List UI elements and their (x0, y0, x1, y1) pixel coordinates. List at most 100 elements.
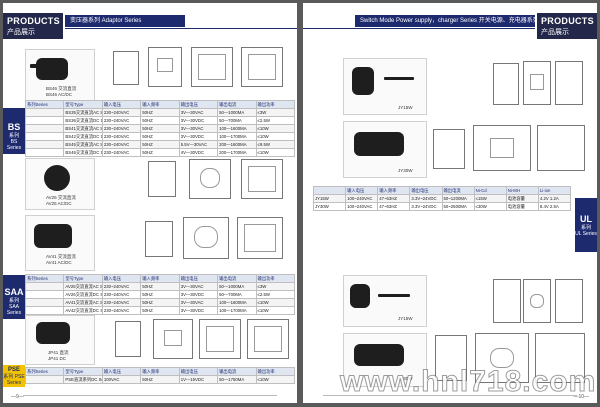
adapter-photo (36, 58, 68, 80)
table-cell: 100~240VAC (345, 202, 379, 211)
table-header-cell: 输出电压 (178, 274, 219, 283)
saa-product-photo-box-2: AV41 交流直流 AV41 AC/DC (25, 215, 95, 271)
table-cell: 50—1000MA (217, 282, 257, 291)
table-cell: 100—1600MA (217, 298, 257, 307)
table-cell: BS45交流直流AC Series (63, 140, 103, 149)
table-cell: 50HZ (140, 298, 180, 307)
ul-product-label-1: JY15W (398, 105, 413, 110)
table-header-cell: Ni-MH (505, 186, 539, 195)
eu-side-sketch-1 (493, 279, 521, 323)
table-cell: 50~2500MA (441, 202, 475, 211)
table-cell: 230~240VAC (101, 108, 142, 117)
products-title-cn: 产品展示 (541, 29, 569, 36)
adapter-cable-icon (384, 77, 414, 80)
bs-side-sketch (113, 51, 139, 85)
products-title-block: PRODUCTS 产品展示 (537, 13, 597, 39)
eu-product-label-1: JY15W (398, 316, 413, 321)
table-cell: 50—1000MA (217, 108, 257, 117)
table-cell: 230~240VAC (101, 140, 142, 149)
table-cell: 230~240VAC (101, 282, 142, 291)
saa-front-sketch-1 (189, 159, 231, 199)
table-cell: 200—1600MA (217, 140, 257, 149)
table-cell (24, 140, 65, 149)
table-cell: 5.5V—30VAC (178, 140, 219, 149)
table-cell: 50~1200MA (441, 194, 475, 203)
adapter-photo (34, 224, 72, 248)
adapter-photo (354, 344, 404, 366)
table-cell: AV26交流直流DC Series (63, 290, 103, 299)
table-cell: BS46交流直流DC Series (63, 148, 103, 157)
adapter-photo (352, 67, 374, 95)
table-cell (24, 375, 65, 384)
bs-spec-table: 系列Series 型号Type 输入电压 输入频率 输出电压 输出电流 输出功率 BS35交流… (24, 100, 296, 157)
table-header-cell: 输出电流 (441, 186, 475, 195)
pse-front-sketch (153, 319, 193, 359)
table-cell: 230~240VAC (101, 132, 142, 141)
table-header-cell: 系列Series (24, 274, 65, 283)
table-row: JY30W 100~240VAC 47~63HZ 3.3V~24VDC 50~2500M… (312, 202, 572, 211)
adapter-photo (36, 322, 70, 344)
ul-spec-table: 输入电压 输入频率 输出电压 输出电流 Ni-Cd Ni-MH Li-ion JY15W 100… (312, 186, 572, 211)
table-cell: 50—1750MA (217, 375, 257, 384)
header-rule (65, 28, 297, 29)
eu-product-photo-box-1: JY15W (343, 275, 427, 327)
catalog-page-left: PRODUCTS 产品展示 变压器系列 Adaptor Series BS46 … (3, 3, 297, 403)
eu-back-sketch-1 (555, 279, 583, 323)
table-row: AV25交流直流AC Series230~240VAC50HZ3V—30VAC5… (24, 282, 296, 291)
table-cell (24, 290, 65, 299)
table-cell: 50—700MA (217, 290, 257, 299)
table-header-row: 系列Series 型号Type 输入电压 输入频率 输出电压 输出电流 输出功率 (24, 100, 296, 109)
table-header-row: 系列Series 型号Type 输入电压 输入频率 输出电压 输出电流 输出功率 (24, 367, 296, 376)
page-header: Switch Mode Power supply，charger Series … (303, 13, 597, 39)
table-cell (24, 124, 65, 133)
table-cell: ≤30W (473, 202, 507, 211)
table-cell: 230~240VAC (101, 116, 142, 125)
table-header-cell: 系列Series (24, 100, 65, 109)
table-cell: ≤15W (473, 194, 507, 203)
pse-spec-table: 系列Series 型号Type 输入电压 输入频率 输出电压 输出电流 输出功率 PSE直流系… (24, 367, 296, 384)
ul-product-photo-box-2: JY30W (343, 121, 427, 178)
saa-product-photo-box-1: AV25 交流直流 AV25 AC/DC (25, 158, 95, 210)
table-row: BS46交流直流DC Series230~240VAC50HZ4V—30VDC2… (24, 148, 296, 157)
table-cell: 230~240VAC (101, 148, 142, 157)
table-cell: 50HZ (140, 375, 180, 384)
table-cell (24, 282, 65, 291)
table-cell: 100—1700MA (217, 306, 257, 315)
bs-product-photo-box: BS46 交流直流 BS46 AC/DC (25, 49, 95, 101)
pse-product-photo-box: JP41 直流 JP41 DC (25, 315, 95, 365)
pse-top-sketch (247, 319, 289, 359)
table-cell: 4V—30VDC (178, 148, 219, 157)
ul-series-tab: UL 系列 UL Series (575, 198, 597, 252)
table-cell: ≤2.5W (255, 290, 296, 299)
saa-product-label-1a: AV25 交流直流 (46, 195, 76, 200)
products-title-en: PRODUCTS (541, 16, 594, 26)
table-cell: 50HZ (140, 306, 180, 315)
table-cell: 100—1700MA (217, 132, 257, 141)
table-cell: JY30W (312, 202, 347, 211)
products-title-cn: 产品展示 (7, 29, 35, 36)
table-cell: 50HZ (140, 124, 180, 133)
table-cell (24, 108, 65, 117)
table-header-cell: 输入频率 (140, 100, 180, 109)
table-cell: ≤10W (255, 124, 296, 133)
page-header: PRODUCTS 产品展示 变压器系列 Adaptor Series (3, 13, 297, 39)
table-cell: BS36交流直流DC Series (63, 116, 103, 125)
table-cell: 3V—30VAC (178, 124, 219, 133)
saa-side-sketch-1 (148, 161, 176, 197)
table-header-cell: 输出功率 (255, 100, 296, 109)
table-header-cell: 输出电流 (217, 100, 257, 109)
bs-front-sketch (148, 47, 182, 87)
table-cell: 50HZ (140, 108, 180, 117)
table-cell: PSE直流系列DC Series (63, 375, 103, 384)
table-header-cell: 输入频率 (140, 367, 180, 376)
footer-rule (23, 395, 277, 396)
table-row: AV41交流直流AC Series230~240VAC50HZ3V—30VAC1… (24, 298, 296, 307)
saa-front-sketch-2 (183, 217, 229, 259)
bs-product-label-cn: BS46 交流直流 (46, 86, 77, 91)
table-cell: ≤10W (255, 375, 296, 384)
table-cell: 100—1600MA (217, 124, 257, 133)
table-row: AV26交流直流DC Series230~240VAC50HZ3V—30VDC5… (24, 290, 296, 299)
table-cell: 50—700MA (217, 116, 257, 125)
table-cell: 3V—30VDC (178, 116, 219, 125)
table-cell: BS42交流直流DC Series (63, 132, 103, 141)
